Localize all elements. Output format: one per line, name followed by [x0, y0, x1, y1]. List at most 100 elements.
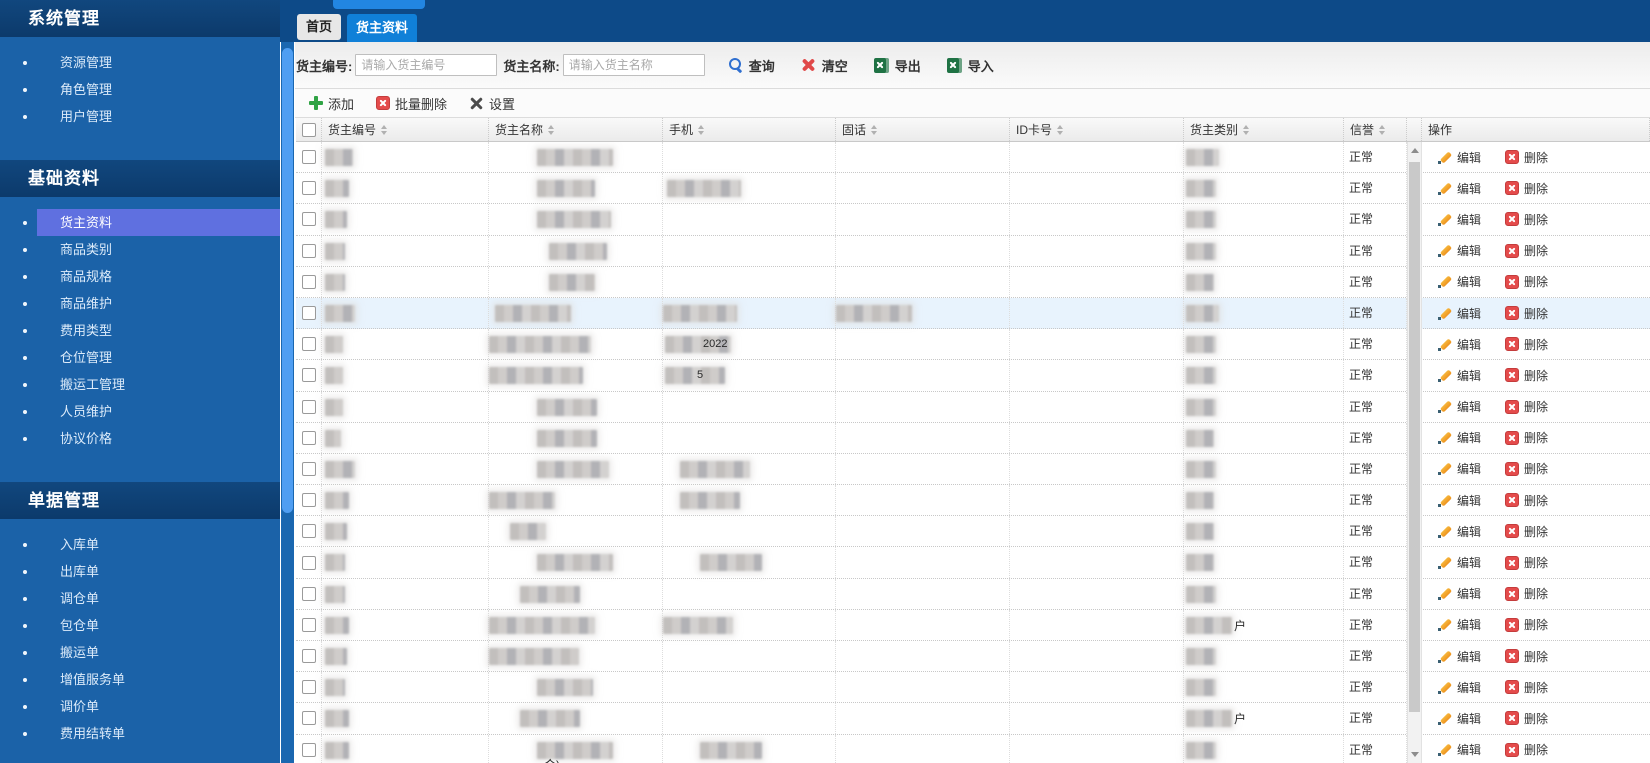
- clear-button[interactable]: 清空: [801, 56, 848, 75]
- select-all-checkbox[interactable]: [301, 122, 316, 137]
- row-checkbox[interactable]: [301, 150, 316, 165]
- table-row[interactable]: 正常 编辑 删除: [296, 516, 1650, 548]
- add-button[interactable]: 添加: [309, 94, 354, 113]
- row-delete-button[interactable]: 删除: [1505, 741, 1548, 758]
- export-button[interactable]: 导出: [873, 56, 921, 75]
- sort-arrows-icon[interactable]: [1057, 124, 1064, 135]
- row-checkbox[interactable]: [301, 524, 316, 539]
- row-delete-button[interactable]: 删除: [1505, 242, 1548, 259]
- row-delete-button[interactable]: 删除: [1505, 149, 1548, 166]
- column-header-tel[interactable]: 固话: [836, 118, 1010, 141]
- table-row[interactable]: 正常 编辑 删除: [296, 297, 1650, 330]
- row-delete-button[interactable]: 删除: [1505, 429, 1548, 446]
- sort-arrows-icon[interactable]: [698, 124, 705, 135]
- row-checkbox[interactable]: [301, 617, 316, 632]
- top-menu-active-indicator[interactable]: [333, 0, 425, 9]
- row-delete-button[interactable]: 删除: [1505, 305, 1548, 322]
- row-checkbox[interactable]: [301, 337, 316, 352]
- owner-code-input[interactable]: [355, 54, 498, 76]
- row-edit-button[interactable]: 编辑: [1437, 585, 1481, 602]
- row-delete-button[interactable]: 删除: [1505, 523, 1548, 540]
- owner-name-input[interactable]: [562, 54, 705, 76]
- sidebar-item-inbound-order[interactable]: 入库单: [0, 531, 280, 558]
- row-checkbox[interactable]: [301, 243, 316, 258]
- table-row[interactable]: 正常 编辑 删除: [296, 453, 1650, 486]
- sidebar-item-product-category[interactable]: 商品类别: [0, 236, 280, 263]
- table-row[interactable]: 户 正常 编辑 删除: [296, 609, 1650, 641]
- row-edit-button[interactable]: 编辑: [1437, 554, 1481, 571]
- row-edit-button[interactable]: 编辑: [1437, 273, 1481, 290]
- sidebar-scrollbar-thumb[interactable]: [282, 48, 293, 513]
- table-row[interactable]: 正常 编辑 删除: [296, 142, 1650, 174]
- row-checkbox[interactable]: [301, 586, 316, 601]
- settings-button[interactable]: 设置: [469, 94, 515, 113]
- row-delete-button[interactable]: 删除: [1505, 710, 1548, 727]
- row-edit-button[interactable]: 编辑: [1437, 429, 1481, 446]
- table-row[interactable]: 5 正常 编辑 删除: [296, 360, 1650, 392]
- sidebar-item-user-management[interactable]: 用户管理: [0, 103, 280, 130]
- column-header-name[interactable]: 货主名称: [489, 118, 663, 141]
- row-edit-button[interactable]: 编辑: [1437, 211, 1481, 228]
- sidebar-item-price-adjust-order[interactable]: 调价单: [0, 693, 280, 720]
- row-edit-button[interactable]: 编辑: [1437, 367, 1481, 384]
- row-edit-button[interactable]: 编辑: [1437, 741, 1481, 758]
- sidebar-section-header[interactable]: 基础资料: [0, 160, 280, 197]
- table-row[interactable]: 正常 编辑 删除: [296, 391, 1650, 423]
- sort-arrows-icon[interactable]: [871, 124, 878, 135]
- table-row[interactable]: 正常 编辑 删除: [296, 422, 1650, 454]
- row-checkbox[interactable]: [301, 711, 316, 726]
- row-delete-button[interactable]: 删除: [1505, 679, 1548, 696]
- row-edit-button[interactable]: 编辑: [1437, 398, 1481, 415]
- row-delete-button[interactable]: 删除: [1505, 180, 1548, 197]
- sidebar-item-fee-type[interactable]: 费用类型: [0, 317, 280, 344]
- sidebar-item-staff-maintain[interactable]: 人员维护: [0, 398, 280, 425]
- scroll-up-arrow-icon[interactable]: [1411, 148, 1419, 153]
- scroll-down-arrow-icon[interactable]: [1411, 752, 1419, 757]
- sidebar-item-porter-management[interactable]: 搬运工管理: [0, 371, 280, 398]
- row-edit-button[interactable]: 编辑: [1437, 679, 1481, 696]
- row-delete-button[interactable]: 删除: [1505, 585, 1548, 602]
- row-checkbox[interactable]: [301, 181, 316, 196]
- row-delete-button[interactable]: 删除: [1505, 273, 1548, 290]
- sidebar-item-agreement-price[interactable]: 协议价格: [0, 425, 280, 452]
- row-delete-button[interactable]: 删除: [1505, 554, 1548, 571]
- sidebar-item-warehouse-slot[interactable]: 仓位管理: [0, 344, 280, 371]
- table-row[interactable]: 正常 编辑 删除: [296, 672, 1650, 704]
- table-row[interactable]: 正常 编辑 删除: [296, 641, 1650, 673]
- table-row[interactable]: 正常 编辑 删除: [296, 578, 1650, 610]
- row-delete-button[interactable]: 删除: [1505, 648, 1548, 665]
- row-delete-button[interactable]: 删除: [1505, 367, 1548, 384]
- row-edit-button[interactable]: 编辑: [1437, 710, 1481, 727]
- row-checkbox[interactable]: [301, 274, 316, 289]
- sidebar-section-header[interactable]: 系统管理: [0, 0, 280, 37]
- row-edit-button[interactable]: 编辑: [1437, 648, 1481, 665]
- sidebar-item-value-added-order[interactable]: 增值服务单: [0, 666, 280, 693]
- table-row[interactable]: 正常 编辑 删除: [296, 547, 1650, 579]
- table-row[interactable]: 正常 编辑 删除: [296, 485, 1650, 517]
- sort-arrows-icon[interactable]: [1243, 124, 1250, 135]
- row-edit-button[interactable]: 编辑: [1437, 616, 1481, 633]
- sidebar-item-lease-order[interactable]: 包仓单: [0, 612, 280, 639]
- row-edit-button[interactable]: 编辑: [1437, 460, 1481, 477]
- table-row[interactable]: 合) 正常 编辑 删除: [296, 734, 1650, 763]
- row-delete-button[interactable]: 删除: [1505, 460, 1548, 477]
- row-checkbox[interactable]: [301, 368, 316, 383]
- batch-delete-button[interactable]: 批量删除: [376, 94, 447, 113]
- table-row[interactable]: 户 正常 编辑 删除: [296, 703, 1650, 735]
- row-edit-button[interactable]: 编辑: [1437, 180, 1481, 197]
- row-checkbox[interactable]: [301, 430, 316, 445]
- row-delete-button[interactable]: 删除: [1505, 492, 1548, 509]
- table-row[interactable]: 正常 编辑 删除: [296, 235, 1650, 267]
- column-header-idcard[interactable]: ID卡号: [1010, 118, 1184, 141]
- table-row[interactable]: 正常 编辑 删除: [296, 173, 1650, 205]
- tab-cargo-owner[interactable]: 货主资料: [347, 14, 418, 42]
- table-row[interactable]: 2022 正常 编辑 删除: [296, 329, 1650, 361]
- sidebar-item-product-spec[interactable]: 商品规格: [0, 263, 280, 290]
- column-header-phone[interactable]: 手机: [663, 118, 836, 141]
- sidebar-item-product-maintain[interactable]: 商品维护: [0, 290, 280, 317]
- sidebar-section-header[interactable]: 单据管理: [0, 482, 280, 519]
- row-checkbox[interactable]: [301, 493, 316, 508]
- row-delete-button[interactable]: 删除: [1505, 211, 1548, 228]
- sort-arrows-icon[interactable]: [1379, 124, 1386, 135]
- sidebar-item-transfer-order[interactable]: 调仓单: [0, 585, 280, 612]
